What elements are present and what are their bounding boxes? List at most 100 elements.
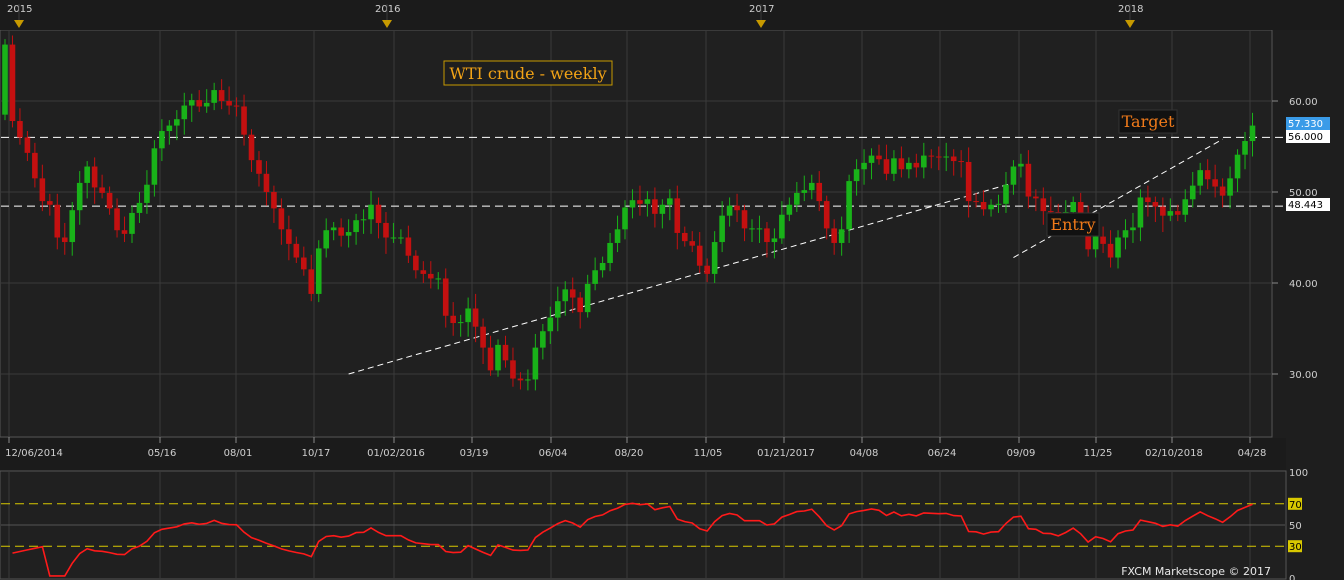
date-tick-label: 11/25 <box>1084 448 1113 459</box>
candle-body <box>958 161 964 163</box>
candle-body <box>136 202 143 213</box>
candle-body <box>1033 196 1039 199</box>
target-price-value: 56.000 <box>1288 132 1323 143</box>
candle-body <box>734 205 740 211</box>
candle-body <box>308 269 315 294</box>
candle-body <box>554 301 561 318</box>
candle-body <box>629 200 636 208</box>
candle-body <box>1234 154 1241 179</box>
candle-body <box>383 222 389 238</box>
candle-body <box>442 278 449 316</box>
year-label: 2018 <box>1118 4 1143 15</box>
candle-body <box>1092 236 1099 250</box>
candle-body <box>891 158 897 174</box>
candle-body <box>450 315 456 324</box>
entry-price-value: 48.443 <box>1288 200 1323 211</box>
candle-body <box>823 201 830 229</box>
candle-body <box>17 121 23 138</box>
candle-body <box>1189 185 1196 200</box>
candle-body <box>39 178 46 202</box>
candle-body <box>853 169 860 182</box>
candle-body <box>861 162 867 170</box>
candle-body <box>995 203 1002 205</box>
candle-body <box>696 245 703 266</box>
date-tick-label: 08/20 <box>615 448 644 459</box>
candle-body <box>248 134 255 161</box>
candle-body <box>472 308 479 327</box>
candle-body <box>457 322 464 324</box>
candle-body <box>1167 211 1174 216</box>
candle-body <box>726 205 733 216</box>
candle-body <box>517 378 524 381</box>
candle-body <box>480 326 486 348</box>
chart-title-box: WTI crude - weekly <box>443 60 613 86</box>
candle-body <box>943 156 950 158</box>
candle-body <box>76 182 83 211</box>
target-label: Target <box>1122 112 1175 131</box>
candle-body <box>592 270 598 284</box>
candle-body <box>323 230 330 249</box>
date-tick-label: 01/21/2017 <box>757 448 815 459</box>
candle-body <box>181 105 188 120</box>
candle-body <box>644 199 651 204</box>
year-label: 2015 <box>7 4 32 15</box>
candle-body <box>577 297 583 313</box>
candle-body <box>1122 230 1129 238</box>
candle-body <box>756 228 763 230</box>
candle-body <box>1040 198 1047 212</box>
candle-body <box>188 100 195 106</box>
rsi-tick-label: 0 <box>1289 574 1295 580</box>
candle-body <box>114 208 120 231</box>
candle-body <box>203 102 210 107</box>
candle-body <box>360 219 367 221</box>
date-tick-label: 10/17 <box>302 448 331 459</box>
candle-body <box>525 379 531 381</box>
candle-body <box>375 204 382 223</box>
candle-body <box>1115 237 1121 258</box>
candle-body <box>719 215 725 243</box>
candle-body <box>32 152 38 179</box>
candle-body <box>741 210 748 229</box>
candle-body <box>614 229 621 243</box>
candle-body <box>1204 170 1211 180</box>
date-tick-label: 04/28 <box>1238 448 1267 459</box>
copyright-text: FXCM Marketscope © 2017 <box>1121 565 1271 578</box>
candle-body <box>584 283 591 313</box>
candle-body <box>420 270 427 274</box>
candle-body <box>1182 199 1189 215</box>
candle-body <box>54 204 61 238</box>
candle-body <box>569 289 576 298</box>
candle-body <box>988 204 994 210</box>
candle-body <box>913 162 920 168</box>
candle-body <box>427 273 434 279</box>
candle-body <box>345 232 352 236</box>
candle-body <box>674 198 681 233</box>
candle-body <box>293 243 300 258</box>
candle-body <box>211 90 217 103</box>
candle-body <box>1010 166 1017 185</box>
candle-body <box>935 156 942 158</box>
candle-body <box>398 237 404 239</box>
candle-body <box>502 344 509 361</box>
candle-body <box>278 208 285 230</box>
candle-body <box>681 232 688 242</box>
candle-body <box>1227 178 1233 196</box>
candle-body <box>928 155 935 157</box>
candle-body <box>980 202 987 210</box>
candle-body <box>816 182 823 202</box>
candle-body <box>69 210 76 243</box>
candle-body <box>47 201 53 205</box>
date-tick-label: 11/05 <box>694 448 723 459</box>
candle-body <box>764 228 770 243</box>
candle-body <box>129 212 135 234</box>
date-tick-label: 06/04 <box>539 448 568 459</box>
candle-body <box>151 148 158 185</box>
candle-body <box>540 331 546 348</box>
wti-weekly-chart: 2015 2016 2017 2018 WTI crude - weekly Targ… <box>0 0 1344 580</box>
target-annotation: Target <box>1118 109 1178 134</box>
candle-body <box>659 204 666 214</box>
candle-body <box>121 230 128 234</box>
year-header: 2015 2016 2017 2018 <box>0 0 1344 30</box>
candle-body <box>1242 141 1248 155</box>
candle-body <box>771 238 778 243</box>
